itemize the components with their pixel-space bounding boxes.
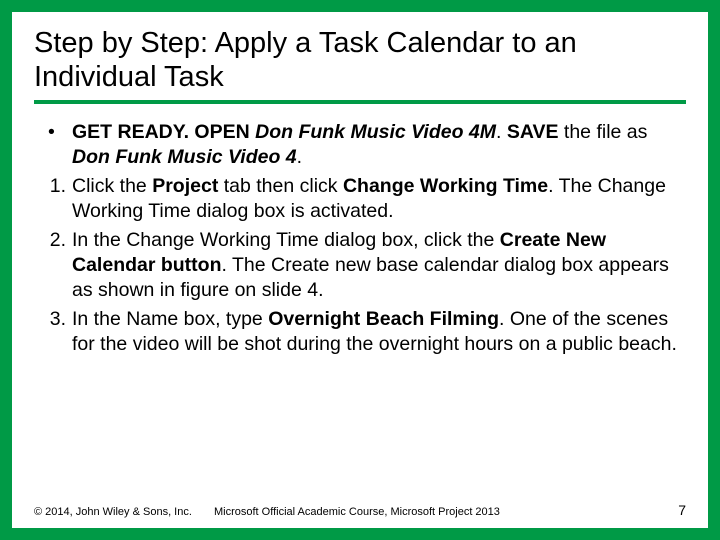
intro-bullet: GET READY. OPEN Don Funk Music Video 4M.… — [34, 120, 686, 170]
text-run: . — [297, 146, 302, 168]
footer-page-number: 7 — [646, 502, 686, 518]
step-number: 3. — [38, 307, 66, 332]
text-run: SAVE — [507, 121, 564, 143]
slide-title: Step by Step: Apply a Task Calendar to a… — [34, 26, 686, 94]
slide-body: GET READY. OPEN Don Funk Music Video 4M.… — [34, 120, 686, 496]
intro-bullet-list: GET READY. OPEN Don Funk Music Video 4M.… — [34, 120, 686, 170]
text-run: the file as — [564, 121, 647, 143]
text-run: . — [496, 121, 507, 143]
step-number: 1. — [38, 174, 66, 199]
step-item: 3. In the Name box, type Overnight Beach… — [34, 307, 686, 357]
text-run: Don Funk Music Video 4 — [72, 146, 297, 168]
slide-footer: © 2014, John Wiley & Sons, Inc. Microsof… — [34, 496, 686, 518]
steps-list: 1. Click the Project tab then click Chan… — [34, 174, 686, 357]
step-item: 2. In the Change Working Time dialog box… — [34, 228, 686, 303]
text-run: GET READY. OPEN — [72, 121, 255, 143]
text-run: Don Funk Music Video 4M — [255, 121, 496, 143]
text-run: Click the — [72, 175, 152, 197]
footer-course: Microsoft Official Academic Course, Micr… — [214, 506, 646, 518]
text-run: Overnight Beach Filming — [268, 308, 499, 330]
title-rule — [34, 100, 686, 104]
text-run: Project — [152, 175, 224, 197]
text-run: tab then click — [224, 175, 343, 197]
text-run: Change Working Time — [343, 175, 548, 197]
step-number: 2. — [38, 228, 66, 253]
footer-copyright: © 2014, John Wiley & Sons, Inc. — [34, 506, 214, 518]
text-run: In the Change Working Time dialog box, c… — [72, 229, 500, 251]
step-item: 1. Click the Project tab then click Chan… — [34, 174, 686, 224]
text-run: In the Name box, type — [72, 308, 268, 330]
slide: Step by Step: Apply a Task Calendar to a… — [12, 12, 708, 528]
